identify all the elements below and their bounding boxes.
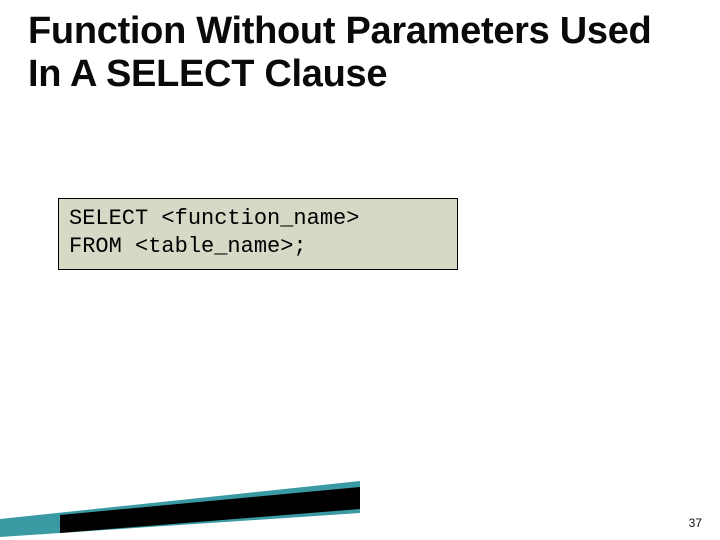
page-number: 37 bbox=[689, 516, 702, 530]
code-line-1: SELECT <function_name> bbox=[69, 206, 359, 231]
accent-stripe bbox=[0, 457, 720, 537]
accent-teal bbox=[0, 481, 360, 537]
slide-title: Function Without Parameters Used In A SE… bbox=[28, 10, 688, 95]
accent-black bbox=[60, 487, 360, 533]
code-block: SELECT <function_name> FROM <table_name>… bbox=[58, 198, 458, 270]
slide: Function Without Parameters Used In A SE… bbox=[0, 0, 720, 540]
code-line-2: FROM <table_name>; bbox=[69, 234, 307, 259]
